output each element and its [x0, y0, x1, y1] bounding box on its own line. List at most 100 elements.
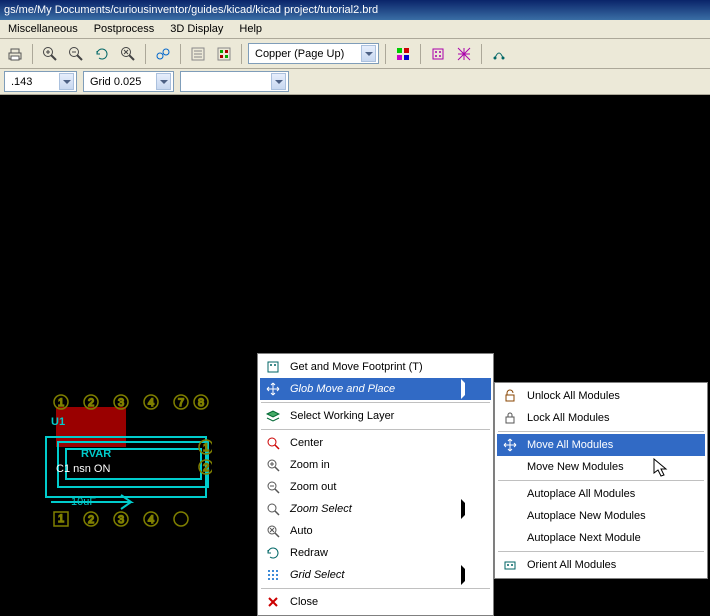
unlock-icon: [501, 387, 519, 405]
coord-dropdown[interactable]: .143: [4, 71, 77, 92]
move-icon: [264, 380, 282, 398]
ctx-redraw[interactable]: Redraw: [260, 542, 491, 564]
zoom-auto-icon: [264, 522, 282, 540]
ctx-close[interactable]: Close: [260, 591, 491, 613]
sub-autoplace-all[interactable]: Autoplace All Modules: [497, 483, 705, 505]
blank-icon: [501, 458, 519, 476]
sub-unlock-all[interactable]: Unlock All Modules: [497, 385, 705, 407]
find-icon[interactable]: [152, 43, 174, 65]
svg-text:1: 1: [58, 513, 64, 525]
menu-separator: [261, 402, 490, 403]
menu-bar: Miscellaneous Postprocess 3D Display Hel…: [0, 20, 710, 39]
svg-text:7: 7: [178, 397, 184, 409]
lock-icon: [501, 409, 519, 427]
menu-item-label: Center: [290, 437, 469, 449]
menu-item-label: Zoom Select: [290, 503, 453, 515]
print-icon[interactable]: [4, 43, 26, 65]
zoom-in-icon: [264, 456, 282, 474]
netlist-icon[interactable]: [187, 43, 209, 65]
menu-item-label: Get and Move Footprint (T): [290, 361, 469, 373]
ctx-glob-move-place[interactable]: Glob Move and Place: [260, 378, 491, 400]
menu-item-label: Redraw: [290, 547, 469, 559]
menu-item-label: Close: [290, 596, 469, 608]
ctx-zoom-out[interactable]: Zoom out: [260, 476, 491, 498]
layer-dropdown[interactable]: Copper (Page Up): [248, 43, 379, 64]
autoplace-icon[interactable]: [488, 43, 510, 65]
svg-text:3: 3: [118, 514, 124, 526]
ratsnest-icon[interactable]: [453, 43, 475, 65]
center-icon: [264, 434, 282, 452]
svg-text:1: 1: [58, 397, 64, 409]
menu-item-label: Unlock All Modules: [527, 390, 683, 402]
chevron-down-icon: [59, 73, 74, 90]
ctx-zoom-in[interactable]: Zoom in: [260, 454, 491, 476]
svg-text:1: 1: [203, 442, 209, 454]
menu-item-label: Auto: [290, 525, 469, 537]
toolbar-row-1: Copper (Page Up): [0, 39, 710, 69]
menu-3d-display[interactable]: 3D Display: [162, 21, 231, 37]
menu-item-label: Zoom in: [290, 459, 469, 471]
sub-move-new[interactable]: Move New Modules: [497, 456, 705, 478]
zoom-out-icon: [264, 478, 282, 496]
menu-separator: [261, 588, 490, 589]
orient-icon: [501, 556, 519, 574]
blank-icon: [501, 507, 519, 525]
ctx-select-working-layer[interactable]: Select Working Layer: [260, 405, 491, 427]
chevron-down-icon: [156, 73, 171, 90]
footprint-icon: [264, 358, 282, 376]
pcb-label-rvar: RVAR: [81, 448, 111, 460]
layer-dropdown-value: Copper (Page Up): [251, 48, 361, 60]
grid-icon: [264, 566, 282, 584]
separator: [32, 44, 33, 64]
layers-icon: [264, 407, 282, 425]
ctx-grid-select[interactable]: Grid Select: [260, 564, 491, 586]
pcb-footprint-cluster: 1 2 3 4 7 8 1 2 3 4 1 2 U1 RVAR C1 nsn O…: [36, 387, 212, 537]
context-submenu: Unlock All Modules Lock All Modules Move…: [494, 382, 708, 579]
menu-item-label: Grid Select: [290, 569, 453, 581]
separator: [180, 44, 181, 64]
submenu-arrow-icon: [461, 503, 469, 515]
menu-item-label: Orient All Modules: [527, 559, 683, 571]
menu-help[interactable]: Help: [231, 21, 270, 37]
svg-text:2: 2: [203, 462, 209, 474]
menu-item-label: Move New Modules: [527, 461, 683, 473]
zoom-out-icon[interactable]: [65, 43, 87, 65]
context-menu: Get and Move Footprint (T) Glob Move and…: [257, 353, 494, 616]
title-bar: gs/me/My Documents/curiousinventor/guide…: [0, 0, 710, 20]
sub-autoplace-next[interactable]: Autoplace Next Module: [497, 527, 705, 549]
zoom-dropdown[interactable]: [180, 71, 289, 92]
sub-lock-all[interactable]: Lock All Modules: [497, 407, 705, 429]
menu-item-label: Autoplace New Modules: [527, 510, 683, 522]
drc-icon[interactable]: [213, 43, 235, 65]
grid-dropdown[interactable]: Grid 0.025: [83, 71, 174, 92]
ctx-auto[interactable]: Auto: [260, 520, 491, 542]
separator: [145, 44, 146, 64]
menu-separator: [498, 480, 704, 481]
ctx-zoom-select[interactable]: Zoom Select: [260, 498, 491, 520]
menu-misc[interactable]: Miscellaneous: [0, 21, 86, 37]
zoom-select-icon: [264, 500, 282, 518]
pcb-label-conn: C1 nsn ON: [56, 463, 110, 475]
sub-move-all[interactable]: Move All Modules: [497, 434, 705, 456]
sub-orient-all[interactable]: Orient All Modules: [497, 554, 705, 576]
pcb-canvas[interactable]: 1 2 3 4 7 8 1 2 3 4 1 2 U1 RVAR C1 nsn O…: [0, 95, 710, 609]
zoom-fit-icon[interactable]: [117, 43, 139, 65]
blank-icon: [501, 485, 519, 503]
sub-autoplace-new[interactable]: Autoplace New Modules: [497, 505, 705, 527]
separator: [481, 44, 482, 64]
menu-item-label: Zoom out: [290, 481, 469, 493]
menu-postprocess[interactable]: Postprocess: [86, 21, 163, 37]
close-icon: [264, 593, 282, 611]
svg-text:4: 4: [148, 514, 154, 526]
layers-icon[interactable]: [392, 43, 414, 65]
ctx-get-move-footprint[interactable]: Get and Move Footprint (T): [260, 356, 491, 378]
menu-item-label: Autoplace All Modules: [527, 488, 683, 500]
svg-text:3: 3: [118, 397, 124, 409]
zoom-in-icon[interactable]: [39, 43, 61, 65]
coord-value: .143: [7, 76, 59, 88]
ctx-center[interactable]: Center: [260, 432, 491, 454]
menu-separator: [261, 429, 490, 430]
module-icon[interactable]: [427, 43, 449, 65]
blank-icon: [501, 529, 519, 547]
refresh-icon[interactable]: [91, 43, 113, 65]
